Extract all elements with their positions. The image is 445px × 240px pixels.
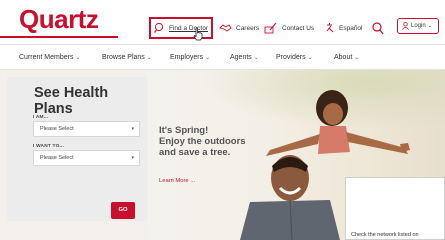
network-modal: Check the network listed on [345, 177, 445, 240]
i-am-value: Please Select [40, 126, 74, 132]
doctor-search-icon [154, 22, 164, 33]
chevron-down-icon: ⌄ [205, 55, 211, 61]
nav-about[interactable]: About ⌄ [334, 54, 359, 61]
modal-text: Check the network listed on [351, 232, 419, 238]
i-am-select[interactable]: Please Select ▾ [33, 121, 140, 137]
contact-pencil-icon [264, 22, 277, 34]
nav-label: About [334, 54, 353, 61]
chevron-down-icon: ⌄ [75, 55, 81, 61]
i-want-select[interactable]: Please Select ▾ [33, 150, 140, 166]
promo-line-2: Enjoy the outdoors [159, 136, 246, 147]
site-header: Quartz Find a Doctor Careers Contact Us … [0, 0, 445, 44]
learn-more-link[interactable]: Learn More ... [159, 178, 195, 184]
nav-browse-plans[interactable]: Browse Plans ⌄ [102, 54, 152, 61]
caret-down-icon: ▾ [131, 155, 134, 161]
login-label: Login [411, 23, 426, 29]
see-health-plans-panel: See Health Plans I AM... Please Select ▾… [7, 77, 147, 221]
nav-agents[interactable]: Agents ⌄ [230, 54, 259, 61]
nav-providers[interactable]: Providers ⌄ [276, 54, 313, 61]
nav-label: Providers [276, 54, 306, 61]
chevron-down-icon: ⌄ [146, 55, 152, 61]
espanol-label: Español [339, 24, 363, 32]
search-icon [372, 21, 384, 34]
search-button[interactable] [372, 20, 388, 36]
quartz-logo[interactable]: Quartz [19, 4, 99, 35]
espanol-link[interactable]: Español [325, 20, 363, 36]
chevron-down-icon: ⌄ [354, 55, 360, 61]
i-want-label: I WANT TO... [33, 144, 65, 149]
promo-text: It's Spring! Enjoy the outdoors and save… [159, 125, 246, 158]
caret-down-icon: ▾ [131, 126, 134, 132]
nav-label: Agents [230, 54, 252, 61]
handshake-icon [219, 24, 232, 32]
chevron-down-icon: ⌄ [253, 55, 259, 61]
translate-icon [326, 23, 334, 33]
nav-label: Current Members [19, 54, 74, 61]
login-button[interactable]: Login ⌄ [397, 18, 439, 34]
chevron-down-icon: ⌄ [307, 55, 313, 61]
careers-label: Careers [236, 24, 260, 32]
nav-label: Employers [170, 54, 204, 61]
go-button[interactable]: GO [111, 202, 135, 219]
i-want-value: Please Select [40, 155, 74, 161]
nav-label: Browse Plans [102, 54, 145, 61]
hand-cursor-icon [193, 27, 203, 41]
nav-current-members[interactable]: Current Members ⌄ [19, 54, 81, 61]
contact-us-label: Contact Us [282, 24, 315, 32]
main-nav: Current Members ⌄ Browse Plans ⌄ Employers… [0, 44, 445, 70]
contact-us-link[interactable]: Contact Us [264, 20, 314, 36]
panel-title: See Health Plans [34, 85, 109, 117]
user-icon [402, 22, 409, 30]
logo-underline [0, 36, 118, 38]
i-am-label: I AM... [33, 115, 49, 120]
promo-line-3: and save a tree. [159, 147, 231, 158]
nav-employers[interactable]: Employers ⌄ [170, 54, 210, 61]
login-caret: ⌄ [427, 23, 432, 29]
careers-link[interactable]: Careers [219, 20, 259, 36]
promo-line-1: It's Spring! [159, 125, 209, 136]
